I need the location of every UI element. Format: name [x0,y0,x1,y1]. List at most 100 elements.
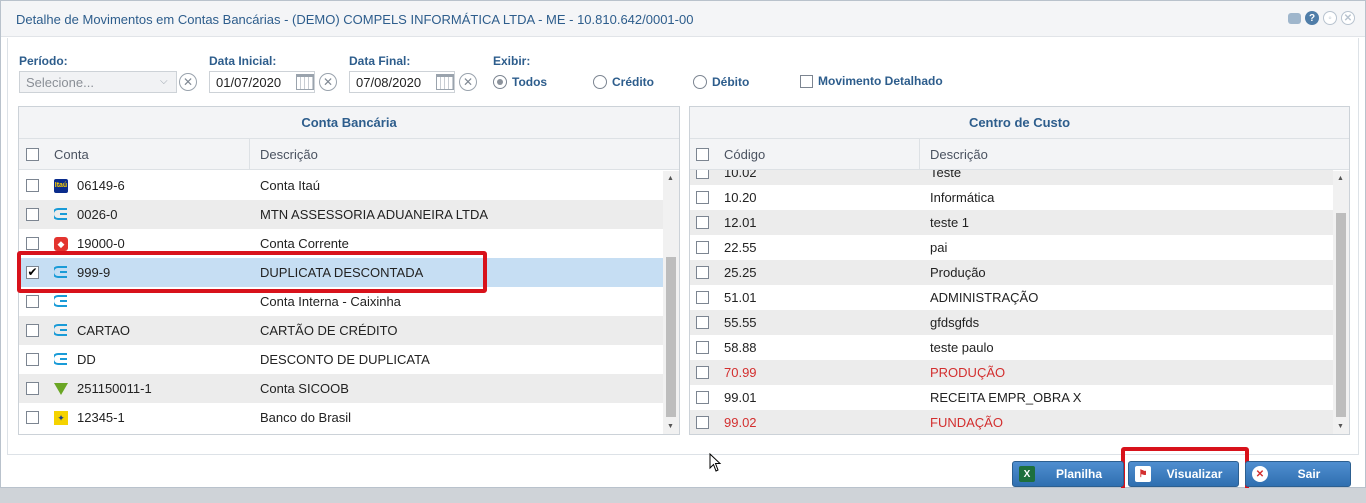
col-descricao-header[interactable]: Descrição [930,139,988,170]
conta-cell: ✦ 12345-1 [54,403,125,432]
exit-icon: ✕ [1252,466,1268,482]
conta-row-checkbox[interactable] [26,411,39,424]
row-highlight-annotation [17,251,487,293]
centro-row-checkbox[interactable] [696,316,709,329]
radio-todos[interactable] [493,75,507,89]
planilha-button-label: Planilha [1055,467,1102,481]
periodo-select[interactable]: Selecione... [19,71,177,93]
centro-row[interactable]: 12.01 teste 1 [690,210,1333,235]
centro-row[interactable]: 70.99 PRODUÇÃO [690,360,1333,385]
conta-row-checkbox[interactable] [26,208,39,221]
centro-row[interactable]: 51.01 ADMINISTRAÇÃO [690,285,1333,310]
conta-row-checkbox[interactable] [26,382,39,395]
conta-descricao: Conta SICOOB [260,381,349,396]
data-final-label: Data Final: [349,54,411,68]
scrollbar-thumb[interactable] [1336,213,1346,417]
scroll-up-arrow-icon[interactable]: ▲ [667,175,674,182]
chevron-down-icon[interactable]: ⌵ [160,76,168,87]
conta-row-checkbox[interactable] [26,324,39,337]
centro-codigo: 22.55 [724,240,757,255]
centro-descricao: Informática [930,190,995,205]
movimento-detalhado-label[interactable]: Movimento Detalhado [818,74,943,88]
column-divider[interactable] [249,139,250,170]
conta-row[interactable]: ✦ 12345-1 Banco do Brasil [19,403,663,432]
conta-row[interactable]: CARTAO CARTÃO DE CRÉDITO [19,316,663,345]
calendar-icon[interactable] [436,74,454,90]
centro-codigo: 25.25 [724,265,757,280]
periodo-clear-icon[interactable]: ✕ [179,73,197,91]
visualizar-button[interactable]: ⚑ Visualizar [1128,461,1239,487]
conta-row-checkbox[interactable] [26,237,39,250]
centro-row-checkbox[interactable] [696,216,709,229]
conta-row[interactable]: DD DESCONTO DE DUPLICATA [19,345,663,374]
centro-codigo: 51.01 [724,290,757,305]
centro-descricao: PRODUÇÃO [930,365,1006,380]
centro-codigo: 10.20 [724,190,757,205]
centro-codigo: 99.01 [724,390,757,405]
col-conta-header[interactable]: Conta [54,139,89,170]
centro-row[interactable]: 22.55 pai [690,235,1333,260]
conta-descricao: Banco do Brasil [260,410,352,425]
centro-row-checkbox[interactable] [696,291,709,304]
centro-row[interactable]: 58.88 teste paulo [690,335,1333,360]
scroll-down-arrow-icon[interactable]: ▼ [1337,423,1344,430]
conta-number: 0026-0 [77,207,118,222]
col-codigo-header[interactable]: Código [724,139,765,170]
conta-bancaria-title: Conta Bancária [19,107,679,139]
generic-bank-icon [52,323,68,338]
centro-row[interactable]: 99.01 RECEITA EMPR_OBRA X [690,385,1333,410]
centro-row-checkbox[interactable] [696,341,709,354]
conta-descricao: DESCONTO DE DUPLICATA [260,352,430,367]
conta-row[interactable]: 0026-0 MTN ASSESSORIA ADUANEIRA LTDA [19,200,663,229]
conta-row[interactable]: 251150011-1 Conta SICOOB [19,374,663,403]
conta-row[interactable]: Itaú 06149-6 Conta Itaú [19,171,663,200]
title-bar: Detalhe de Movimentos em Contas Bancária… [1,1,1365,37]
conta-number: 251150011-1 [77,381,152,396]
data-inicial-clear-icon[interactable]: ✕ [319,73,337,91]
centro-row[interactable]: 99.02 FUNDAÇÃO [690,410,1333,434]
visualizar-button-label: Visualizar [1166,467,1223,481]
centro-descricao: pai [930,240,948,255]
col-descricao-header[interactable]: Descrição [260,139,318,170]
centro-descricao: Produção [930,265,986,280]
radio-todos-label[interactable]: Todos [512,75,547,89]
conta-row-checkbox[interactable] [26,295,39,308]
centro-row[interactable]: 10.20 Informática [690,185,1333,210]
centro-row-checkbox[interactable] [696,191,709,204]
column-divider[interactable] [919,139,920,170]
centro-row-checkbox[interactable] [696,391,709,404]
planilha-button[interactable]: X Planilha [1012,461,1124,487]
conta-bancaria-scrollbar[interactable]: ▲ ▼ [663,171,679,434]
centro-row-checkbox[interactable] [696,241,709,254]
radio-credito[interactable] [593,75,607,89]
close-icon[interactable]: ✕ [1341,11,1355,25]
centro-row[interactable]: 25.25 Produção [690,260,1333,285]
radio-debito[interactable] [693,75,707,89]
periodo-placeholder: Selecione... [26,75,94,90]
centro-de-custo-header: Código Descrição [690,139,1349,170]
movimento-detalhado-checkbox[interactable] [800,75,813,88]
centro-row-checkbox[interactable] [696,416,709,429]
data-final-clear-icon[interactable]: ✕ [459,73,477,91]
conta-row-checkbox[interactable] [26,179,39,192]
minimize-icon[interactable] [1288,13,1301,24]
radio-debito-label[interactable]: Débito [712,75,749,89]
select-all-contas-checkbox[interactable] [26,148,39,161]
centro-row[interactable]: 55.55 gfdsgfds [690,310,1333,335]
sicoob-icon [54,382,68,395]
centro-de-custo-scrollbar[interactable]: ▲ ▼ [1333,171,1349,434]
centro-row-checkbox[interactable] [696,366,709,379]
restore-icon[interactable]: ◦ [1323,11,1337,25]
scrollbar-thumb[interactable] [666,257,676,417]
banco-do-brasil-icon: ✦ [54,410,68,425]
centro-descricao: teste paulo [930,340,994,355]
scroll-down-arrow-icon[interactable]: ▼ [667,423,674,430]
sair-button[interactable]: ✕ Sair [1245,461,1351,487]
help-icon[interactable]: ? [1305,11,1319,25]
conta-row-checkbox[interactable] [26,353,39,366]
centro-row-checkbox[interactable] [696,266,709,279]
calendar-icon[interactable] [296,74,314,90]
select-all-centros-checkbox[interactable] [696,148,709,161]
radio-credito-label[interactable]: Crédito [612,75,654,89]
scroll-up-arrow-icon[interactable]: ▲ [1337,175,1344,182]
